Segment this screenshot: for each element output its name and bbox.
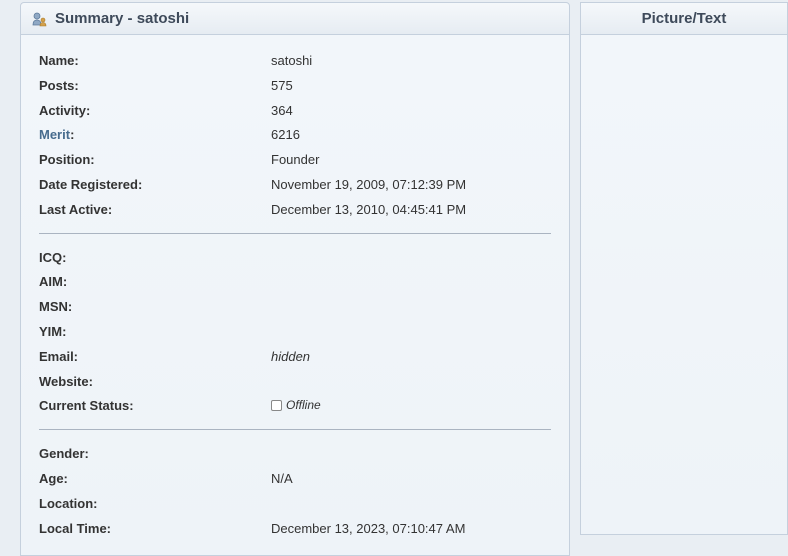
label-age: Age: (39, 469, 271, 490)
divider-2 (39, 429, 551, 430)
field-last-active: Last Active: December 13, 2010, 04:45:41… (39, 198, 551, 223)
label-gender: Gender: (39, 444, 271, 465)
field-date-registered: Date Registered: November 19, 2009, 07:1… (39, 173, 551, 198)
summary-panel-body: Name: satoshi Posts: 575 Activity: 364 M… (20, 35, 570, 556)
label-local-time: Local Time: (39, 519, 271, 540)
field-yim: YIM: (39, 320, 551, 345)
label-name: Name: (39, 51, 271, 72)
field-posts: Posts: 575 (39, 74, 551, 99)
field-name: Name: satoshi (39, 49, 551, 74)
field-gender: Gender: (39, 442, 551, 467)
divider-1 (39, 233, 551, 234)
field-age: Age: N/A (39, 467, 551, 492)
field-activity: Activity: 364 (39, 99, 551, 124)
summary-panel-header: Summary - satoshi (20, 2, 570, 35)
label-website: Website: (39, 372, 271, 393)
label-merit: Merit: (39, 125, 271, 146)
field-merit: Merit: 6216 (39, 123, 551, 148)
value-age: N/A (271, 469, 293, 490)
label-msn: MSN: (39, 297, 271, 318)
label-position: Position: (39, 150, 271, 171)
label-yim: YIM: (39, 322, 271, 343)
value-email: hidden (271, 347, 310, 368)
merit-link[interactable]: Merit (39, 127, 70, 142)
label-date-registered: Date Registered: (39, 175, 271, 196)
field-location: Location: (39, 492, 551, 517)
value-position: Founder (271, 150, 319, 171)
status-text: Offline (286, 396, 321, 415)
value-merit: 6216 (271, 125, 300, 146)
value-last-active: December 13, 2010, 04:45:41 PM (271, 200, 466, 221)
field-position: Position: Founder (39, 148, 551, 173)
label-icq: ICQ: (39, 248, 271, 269)
field-local-time: Local Time: December 13, 2023, 07:10:47 … (39, 517, 551, 542)
field-current-status: Current Status: Offline (39, 394, 551, 419)
label-location: Location: (39, 494, 271, 515)
field-msn: MSN: (39, 295, 551, 320)
profile-icon (31, 11, 47, 27)
value-name: satoshi (271, 51, 312, 72)
value-posts: 575 (271, 76, 293, 97)
label-email: Email: (39, 347, 271, 368)
label-current-status: Current Status: (39, 396, 271, 417)
picture-text-title: Picture/Text (642, 10, 727, 27)
label-activity: Activity: (39, 101, 271, 122)
picture-text-panel-header: Picture/Text (580, 2, 788, 35)
label-aim: AIM: (39, 272, 271, 293)
value-current-status: Offline (271, 396, 321, 417)
summary-title: Summary - satoshi (55, 10, 189, 27)
field-icq: ICQ: (39, 246, 551, 271)
value-activity: 364 (271, 101, 293, 122)
value-date-registered: November 19, 2009, 07:12:39 PM (271, 175, 466, 196)
value-local-time: December 13, 2023, 07:10:47 AM (271, 519, 465, 540)
offline-indicator-icon (271, 400, 282, 411)
label-last-active: Last Active: (39, 200, 271, 221)
label-posts: Posts: (39, 76, 271, 97)
field-website: Website: (39, 370, 551, 395)
picture-text-panel-body (580, 35, 788, 535)
merit-colon: : (70, 127, 74, 142)
field-email: Email: hidden (39, 345, 551, 370)
field-aim: AIM: (39, 270, 551, 295)
